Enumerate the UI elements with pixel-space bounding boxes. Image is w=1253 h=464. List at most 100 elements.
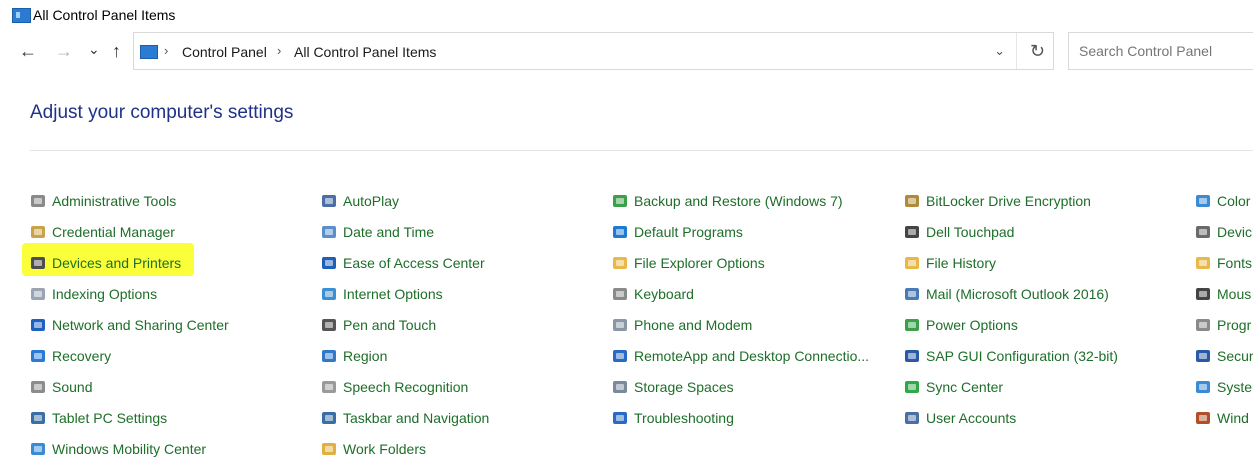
control-panel-item[interactable]: Credential Manager [30, 216, 229, 247]
control-panel-item[interactable]: Fonts [1195, 247, 1253, 278]
control-panel-item[interactable]: SAP GUI Configuration (32-bit) [904, 340, 1118, 371]
item-label[interactable]: Troubleshooting [634, 410, 734, 426]
control-panel-item[interactable]: Sound [30, 371, 229, 402]
forward-arrow-icon[interactable]: → [55, 42, 73, 60]
control-panel-item[interactable]: RemoteApp and Desktop Connectio... [612, 340, 869, 371]
item-label[interactable]: Administrative Tools [52, 193, 176, 209]
item-label[interactable]: Backup and Restore (Windows 7) [634, 193, 843, 209]
control-panel-item[interactable]: Devices and Printers [30, 247, 229, 278]
item-label[interactable]: Dell Touchpad [926, 224, 1014, 240]
control-panel-item[interactable]: Speech Recognition [321, 371, 489, 402]
search-input[interactable]: Search Control Panel [1068, 32, 1253, 70]
item-label[interactable]: Phone and Modem [634, 317, 752, 333]
item-label[interactable]: Devices and Printers [52, 255, 181, 271]
item-label[interactable]: Ease of Access Center [343, 255, 485, 271]
control-panel-item[interactable]: Network and Sharing Center [30, 309, 229, 340]
control-panel-breadcrumb-icon[interactable] [140, 45, 158, 59]
item-label[interactable]: SAP GUI Configuration (32-bit) [926, 348, 1118, 364]
control-panel-item[interactable]: Mail (Microsoft Outlook 2016) [904, 278, 1118, 309]
control-panel-item[interactable]: BitLocker Drive Encryption [904, 185, 1118, 216]
item-label[interactable]: Recovery [52, 348, 111, 364]
breadcrumb-control-panel[interactable]: Control Panel [182, 44, 267, 60]
item-label[interactable]: Credential Manager [52, 224, 175, 240]
up-arrow-icon[interactable]: ↑ [112, 42, 121, 60]
control-panel-item[interactable]: Administrative Tools [30, 185, 229, 216]
credential-manager-icon [30, 224, 46, 240]
item-label[interactable]: Secur [1217, 348, 1253, 364]
item-label[interactable]: Speech Recognition [343, 379, 468, 395]
control-panel-item[interactable]: Wind [1195, 402, 1253, 433]
refresh-icon[interactable]: ↻ [1030, 41, 1045, 62]
control-panel-item[interactable]: Tablet PC Settings [30, 402, 229, 433]
control-panel-item[interactable]: Default Programs [612, 216, 869, 247]
control-panel-item[interactable]: Dell Touchpad [904, 216, 1118, 247]
item-label[interactable]: User Accounts [926, 410, 1016, 426]
address-bar[interactable]: › Control Panel › All Control Panel Item… [133, 32, 1054, 70]
control-panel-item[interactable]: Ease of Access Center [321, 247, 489, 278]
control-panel-item[interactable]: AutoPlay [321, 185, 489, 216]
item-label[interactable]: Mail (Microsoft Outlook 2016) [926, 286, 1109, 302]
control-panel-item[interactable]: Pen and Touch [321, 309, 489, 340]
item-label[interactable]: Power Options [926, 317, 1018, 333]
control-panel-item[interactable]: File History [904, 247, 1118, 278]
item-label[interactable]: Wind [1217, 410, 1249, 426]
item-label[interactable]: Indexing Options [52, 286, 157, 302]
item-label[interactable]: Date and Time [343, 224, 434, 240]
item-label[interactable]: Windows Mobility Center [52, 441, 206, 457]
control-panel-item[interactable]: Color [1195, 185, 1253, 216]
item-label[interactable]: AutoPlay [343, 193, 399, 209]
control-panel-item[interactable]: Backup and Restore (Windows 7) [612, 185, 869, 216]
control-panel-item[interactable]: Keyboard [612, 278, 869, 309]
control-panel-item[interactable]: Troubleshooting [612, 402, 869, 433]
control-panel-item[interactable]: Work Folders [321, 433, 489, 464]
control-panel-item[interactable]: Phone and Modem [612, 309, 869, 340]
item-label[interactable]: Work Folders [343, 441, 426, 457]
item-label[interactable]: Mous [1217, 286, 1251, 302]
item-label[interactable]: Devic [1217, 224, 1252, 240]
control-panel-item[interactable]: Secur [1195, 340, 1253, 371]
control-panel-item[interactable]: Windows Mobility Center [30, 433, 229, 464]
address-dropdown-icon[interactable]: ⌄ [994, 43, 1005, 59]
device-manager-icon [1195, 224, 1211, 240]
item-label[interactable]: Internet Options [343, 286, 443, 302]
item-label[interactable]: Region [343, 348, 387, 364]
control-panel-item[interactable]: Recovery [30, 340, 229, 371]
item-label[interactable]: Taskbar and Navigation [343, 410, 489, 426]
back-arrow-icon[interactable]: ← [19, 42, 37, 60]
breadcrumb-all-items[interactable]: All Control Panel Items [294, 44, 436, 60]
item-label[interactable]: Fonts [1217, 255, 1252, 271]
control-panel-item[interactable]: Internet Options [321, 278, 489, 309]
control-panel-item[interactable]: Storage Spaces [612, 371, 869, 402]
item-label[interactable]: Network and Sharing Center [52, 317, 229, 333]
control-panel-item[interactable]: File Explorer Options [612, 247, 869, 278]
recent-locations-chevron-icon[interactable]: ⌄ [88, 40, 100, 58]
control-panel-item[interactable]: Progr [1195, 309, 1253, 340]
item-label[interactable]: Pen and Touch [343, 317, 436, 333]
item-label[interactable]: Storage Spaces [634, 379, 734, 395]
control-panel-item[interactable]: Indexing Options [30, 278, 229, 309]
item-label[interactable]: Default Programs [634, 224, 743, 240]
item-label[interactable]: Progr [1217, 317, 1251, 333]
control-panel-item[interactable]: Power Options [904, 309, 1118, 340]
control-panel-item[interactable]: Region [321, 340, 489, 371]
control-panel-item[interactable]: Mous [1195, 278, 1253, 309]
item-label[interactable]: Sync Center [926, 379, 1003, 395]
control-panel-item[interactable]: Taskbar and Navigation [321, 402, 489, 433]
item-label[interactable]: Syster [1217, 379, 1253, 395]
pen-touch-icon [321, 317, 337, 333]
item-label[interactable]: Color [1217, 193, 1250, 209]
item-label[interactable]: Sound [52, 379, 92, 395]
control-panel-item[interactable]: Syster [1195, 371, 1253, 402]
breadcrumb-separator-icon[interactable]: › [277, 43, 281, 58]
control-panel-item[interactable]: Devic [1195, 216, 1253, 247]
item-label[interactable]: Tablet PC Settings [52, 410, 167, 426]
item-label[interactable]: File Explorer Options [634, 255, 765, 271]
control-panel-item[interactable]: Sync Center [904, 371, 1118, 402]
item-label[interactable]: Keyboard [634, 286, 694, 302]
item-label[interactable]: BitLocker Drive Encryption [926, 193, 1091, 209]
control-panel-item[interactable]: Date and Time [321, 216, 489, 247]
item-label[interactable]: File History [926, 255, 996, 271]
control-panel-item[interactable]: User Accounts [904, 402, 1118, 433]
item-label[interactable]: RemoteApp and Desktop Connectio... [634, 348, 869, 364]
breadcrumb-separator-icon[interactable]: › [164, 43, 168, 58]
